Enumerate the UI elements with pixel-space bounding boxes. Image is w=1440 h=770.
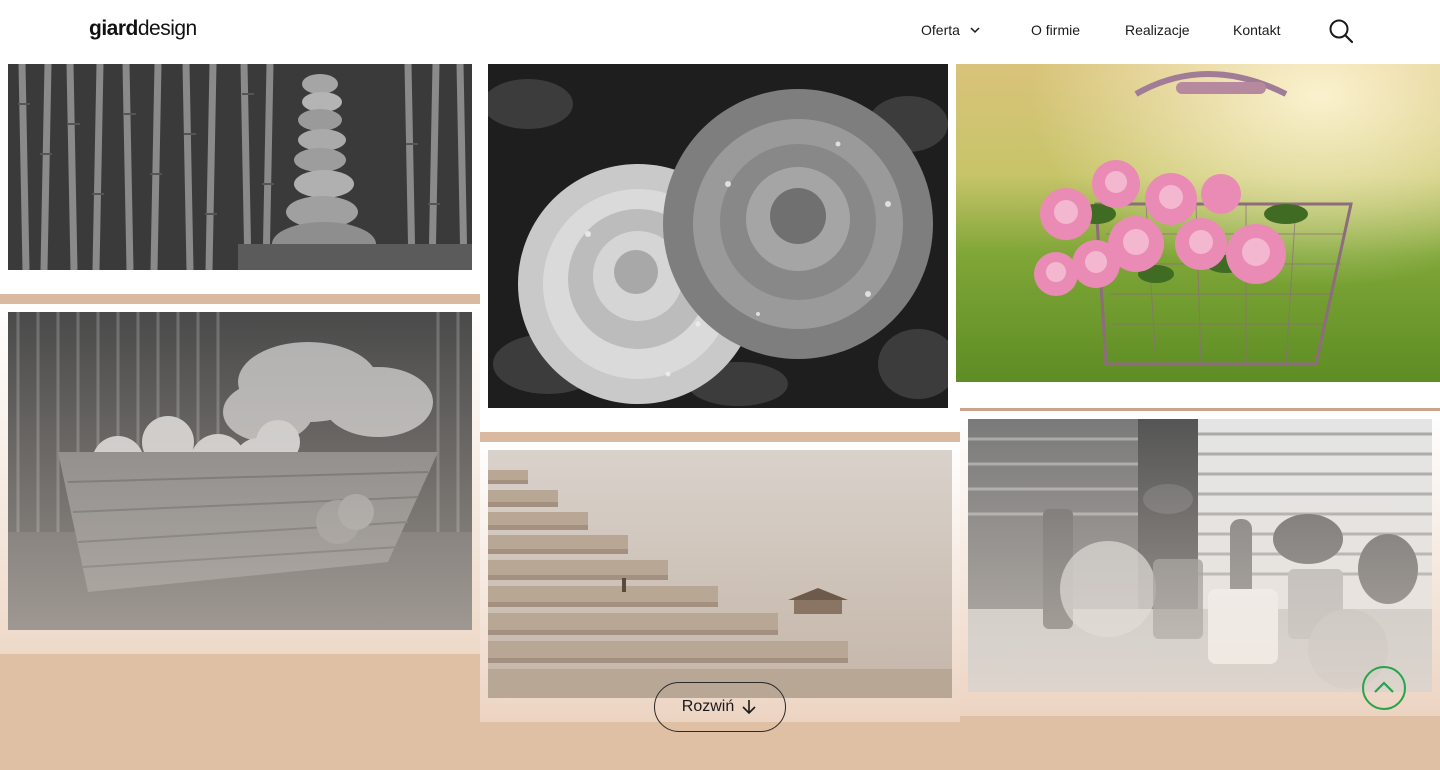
arrow-down-icon [742, 700, 756, 715]
chevron-up-icon [1374, 681, 1394, 693]
expand-label: Rozwiń [681, 698, 735, 715]
separator [0, 294, 480, 304]
photo-vegetable-basket[interactable] [8, 312, 472, 630]
site-header: giarddesign Oferta O firmie Realizacje K… [0, 0, 1440, 64]
chevron-down-icon [970, 27, 980, 34]
nav-oferta-label: Oferta [921, 22, 960, 38]
expand-button[interactable]: Rozwiń [654, 682, 786, 732]
search-icon[interactable] [1328, 18, 1354, 44]
nav-o-firmie[interactable]: O firmie [1031, 21, 1080, 39]
photo-stone-tower[interactable] [8, 64, 472, 270]
main-nav: Oferta O firmie Realizacje Kontakt [0, 21, 1440, 41]
scroll-to-top-button[interactable] [1362, 666, 1406, 710]
nav-realizacje[interactable]: Realizacje [1125, 21, 1190, 39]
nav-kontakt[interactable]: Kontakt [1233, 21, 1280, 39]
photo-cactus-windowsill[interactable] [968, 419, 1432, 692]
separator [480, 432, 960, 442]
photo-basket-pink-roses[interactable] [956, 64, 1440, 382]
nav-oferta[interactable]: Oferta [921, 21, 982, 39]
photo-rice-terraces[interactable] [488, 450, 952, 698]
photo-roses-grayscale[interactable] [488, 64, 948, 408]
